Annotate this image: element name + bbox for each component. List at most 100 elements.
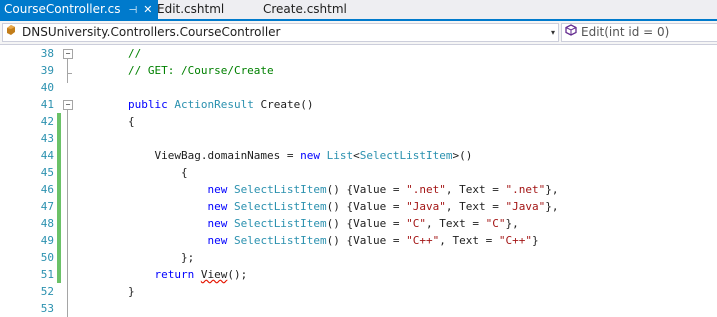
code-token: SelectListItem: [233, 200, 327, 213]
line-number: 38: [40, 47, 54, 60]
code-text: // GET: /Course/Create: [75, 62, 274, 79]
code-token: {: [75, 115, 135, 128]
code-token: , Text =: [445, 183, 506, 196]
code-line[interactable]: 51 return View();: [0, 266, 717, 283]
code-text: {: [75, 113, 135, 130]
line-number: 47: [40, 200, 54, 213]
code-text: new SelectListItem() {Value = "C++", Tex…: [75, 232, 539, 249]
method-icon: [564, 24, 578, 41]
code-text: //: [75, 45, 141, 62]
code-token: //: [75, 47, 142, 60]
pin-icon[interactable]: ⊣: [128, 1, 137, 20]
code-text: };: [75, 249, 194, 266]
code-token: SelectListItem: [359, 149, 453, 162]
code-token: ActionResult: [174, 98, 254, 111]
code-line[interactable]: 44 ViewBag.domainNames = new List<Select…: [0, 147, 717, 164]
code-token: new: [300, 149, 321, 162]
code-line[interactable]: 43: [0, 130, 717, 147]
code-token: "C": [406, 217, 427, 230]
code-line[interactable]: 38 //: [0, 45, 717, 62]
code-line[interactable]: 52 }: [0, 283, 717, 300]
collapse-icon[interactable]: −: [63, 49, 73, 59]
change-indicator: [57, 181, 61, 198]
close-icon[interactable]: ✕: [143, 0, 152, 19]
tab-coursecontroller[interactable]: CourseController.cs ⊣ ✕: [0, 0, 159, 20]
code-line[interactable]: 39 // GET: /Course/Create: [0, 62, 717, 79]
code-token: , Text =: [439, 234, 499, 247]
change-indicator: [57, 249, 61, 266]
code-text: new SelectListItem() {Value = "C", Text …: [75, 215, 519, 232]
tab-edit-cshtml[interactable]: Edit.cshtml: [157, 0, 224, 19]
change-indicator: [57, 147, 61, 164]
code-token: Create(): [253, 98, 314, 111]
code-token: SelectListItem: [233, 234, 327, 247]
code-line[interactable]: 50 };: [0, 249, 717, 266]
collapse-icon[interactable]: −: [63, 100, 73, 110]
code-line[interactable]: 41 public ActionResult Create(): [0, 96, 717, 113]
code-token: "Java": [505, 200, 546, 213]
change-indicator: [57, 232, 61, 249]
code-token: "C++": [406, 234, 440, 247]
code-token: },: [545, 200, 559, 213]
class-selector-label: DNSUniversity.Controllers.CourseControll…: [22, 25, 281, 39]
code-token: ();: [227, 268, 248, 281]
change-indicator: [57, 113, 61, 130]
code-token: return: [154, 268, 195, 281]
class-icon: [5, 24, 19, 41]
code-token: SelectListItem: [233, 183, 327, 196]
code-text: }: [75, 283, 135, 300]
code-token: {: [75, 166, 188, 179]
code-token: () {Value =: [326, 200, 407, 213]
line-number: 42: [40, 115, 54, 128]
code-line[interactable]: 48 new SelectListItem() {Value = "C", Te…: [0, 215, 717, 232]
code-line[interactable]: 45 {: [0, 164, 717, 181]
change-indicator: [57, 198, 61, 215]
code-line[interactable]: 53: [0, 300, 717, 317]
class-selector-dropdown[interactable]: DNSUniversity.Controllers.CourseControll…: [2, 23, 559, 42]
code-token: }: [75, 285, 135, 298]
code-line[interactable]: 46 new SelectListItem() {Value = ".net",…: [0, 181, 717, 198]
line-number: 40: [40, 81, 54, 94]
change-indicator: [57, 164, 61, 181]
code-token: }: [532, 234, 539, 247]
member-selector-dropdown[interactable]: Edit(int id = 0): [561, 23, 717, 42]
code-token: View: [200, 268, 228, 281]
code-token: "Java": [406, 200, 446, 213]
line-number: 44: [40, 149, 54, 162]
code-token: SelectListItem: [233, 217, 327, 230]
tab-create-cshtml[interactable]: Create.cshtml: [263, 0, 347, 19]
chevron-down-icon: ▾: [550, 28, 555, 37]
member-selector-label: Edit(int id = 0): [581, 25, 670, 39]
code-token: },: [545, 183, 559, 196]
line-number: 41: [40, 98, 54, 111]
line-number: 45: [40, 166, 54, 179]
code-text: {: [75, 164, 188, 181]
code-token: };: [75, 251, 195, 264]
code-line[interactable]: 42 {: [0, 113, 717, 130]
code-token: },: [505, 217, 519, 230]
code-token: // GET: /Course/Create: [75, 64, 274, 77]
code-line[interactable]: 40: [0, 79, 717, 96]
line-number: 46: [40, 183, 54, 196]
code-line[interactable]: 47 new SelectListItem() {Value = "Java",…: [0, 198, 717, 215]
code-token: () {Value =: [326, 234, 407, 247]
code-token: >(): [452, 149, 473, 162]
code-token: ".net": [505, 183, 546, 196]
code-token: new: [207, 217, 228, 230]
tab-label: Edit.cshtml: [157, 2, 225, 16]
code-line[interactable]: 49 new SelectListItem() {Value = "C++", …: [0, 232, 717, 249]
document-tab-strip: CourseController.cs ⊣ ✕ Edit.cshtml Create…: [0, 0, 717, 21]
code-token: , Text =: [445, 200, 506, 213]
code-editor[interactable]: 38 //39 // GET: /Course/Create 40 41 publi…: [0, 45, 717, 317]
tab-label: CourseController.cs: [4, 2, 121, 16]
change-indicator: [57, 266, 61, 283]
code-token: public: [127, 98, 168, 111]
code-token: "C++": [498, 234, 533, 247]
